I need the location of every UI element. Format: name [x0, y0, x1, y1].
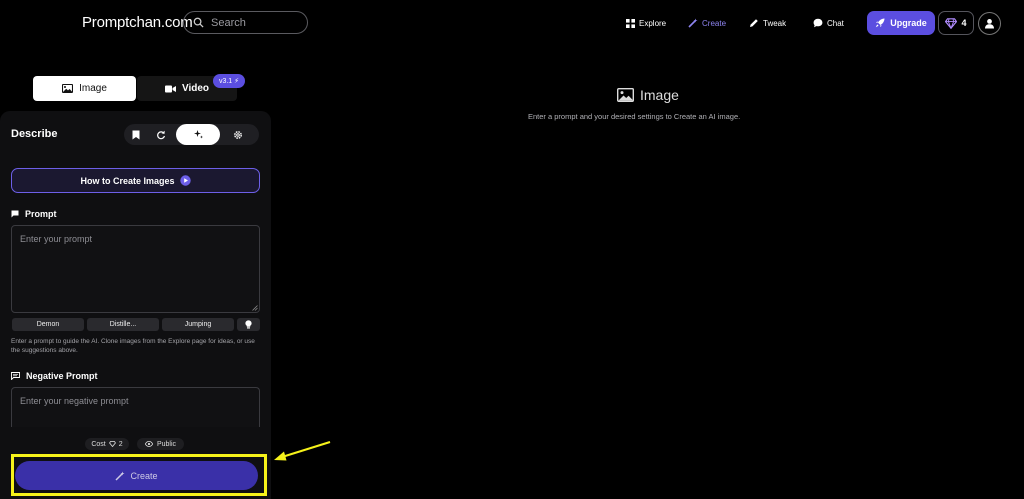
- cost-label: Cost: [91, 440, 106, 448]
- annotation-arrow-icon: [274, 440, 331, 461]
- sparkle-mode-button[interactable]: [176, 124, 220, 145]
- nav-explore[interactable]: Explore: [626, 16, 666, 30]
- suggest-ideas-button[interactable]: [237, 318, 260, 331]
- pencil-icon: [749, 18, 759, 28]
- search-input[interactable]: [211, 16, 295, 29]
- user-avatar[interactable]: [978, 12, 1001, 35]
- nav-tweak-label: Tweak: [763, 18, 787, 28]
- empty-state-subtitle: Enter a prompt and your desired settings…: [528, 112, 741, 121]
- nav-create-label: Create: [702, 18, 727, 28]
- how-to-create-button[interactable]: How to Create Images: [11, 168, 260, 193]
- search-box[interactable]: [183, 11, 308, 34]
- suggestion-chip[interactable]: Demon: [12, 318, 84, 331]
- lightbulb-icon: [245, 320, 252, 329]
- image-icon: [617, 88, 634, 102]
- eye-icon: [144, 441, 153, 447]
- create-label: Create: [130, 470, 158, 481]
- reset-button[interactable]: [150, 124, 172, 145]
- user-icon: [984, 18, 995, 29]
- gem-balance[interactable]: 4: [938, 11, 974, 35]
- gem-count: 4: [961, 18, 967, 28]
- refresh-icon: [156, 130, 166, 140]
- prompt-label: Prompt: [25, 209, 57, 219]
- nav-explore-label: Explore: [639, 18, 667, 28]
- negative-prompt-section-label: Negative Prompt: [11, 371, 98, 381]
- grid-icon: [626, 18, 635, 28]
- site-logo[interactable]: Promptchan.com: [82, 14, 193, 31]
- how-to-label: How to Create Images: [80, 175, 175, 186]
- diamond-icon: [945, 17, 958, 29]
- tab-image[interactable]: Image: [33, 76, 136, 101]
- bookmark-icon: [132, 130, 140, 140]
- negative-prompt-input[interactable]: [11, 387, 260, 427]
- bookmark-button[interactable]: [125, 124, 147, 145]
- nav-tweak[interactable]: Tweak: [749, 16, 786, 30]
- upgrade-button[interactable]: Upgrade: [867, 11, 935, 35]
- prompt-hint: Enter a prompt to guide the AI. Clone im…: [11, 338, 255, 354]
- suggestion-chip[interactable]: Distille...: [87, 318, 159, 331]
- empty-state-title-text: Image: [640, 87, 679, 103]
- search-icon: [193, 17, 204, 28]
- magic-wand-icon: [688, 18, 698, 28]
- tab-image-label: Image: [79, 83, 107, 94]
- version-badge: v3.1 ⚡: [213, 74, 245, 88]
- resize-handle-icon[interactable]: [252, 305, 258, 311]
- cost-indicator: Cost 2: [85, 438, 129, 450]
- rocket-icon: [875, 18, 885, 28]
- create-button[interactable]: Create: [15, 461, 258, 490]
- play-icon: [179, 175, 191, 186]
- suggestion-chip[interactable]: Jumping: [162, 318, 234, 331]
- prompt-input[interactable]: [11, 225, 260, 313]
- visibility-label: Public: [156, 440, 177, 448]
- message-square-icon: [11, 210, 19, 218]
- diamond-icon: [108, 441, 116, 447]
- empty-state-title: Image: [617, 87, 679, 103]
- tab-video-label: Video: [181, 83, 210, 94]
- prompt-section-label: Prompt: [11, 209, 57, 219]
- image-icon: [62, 84, 74, 93]
- settings-button[interactable]: [226, 124, 250, 145]
- cost-value: 2: [118, 440, 123, 448]
- chat-bubble-icon: [813, 18, 823, 28]
- magic-wand-icon: [115, 471, 125, 481]
- nav-chat-label: Chat: [827, 18, 844, 28]
- nav-create[interactable]: Create: [688, 16, 726, 30]
- panel-title: Describe: [11, 128, 58, 140]
- visibility-toggle[interactable]: Public: [137, 438, 184, 450]
- gear-icon: [233, 130, 243, 140]
- upgrade-label: Upgrade: [890, 18, 927, 28]
- sparkles-icon: [193, 129, 204, 140]
- message-lines-icon: [11, 372, 20, 380]
- negative-prompt-label: Negative Prompt: [26, 371, 98, 381]
- nav-chat[interactable]: Chat: [813, 16, 844, 30]
- video-camera-icon: [164, 85, 176, 93]
